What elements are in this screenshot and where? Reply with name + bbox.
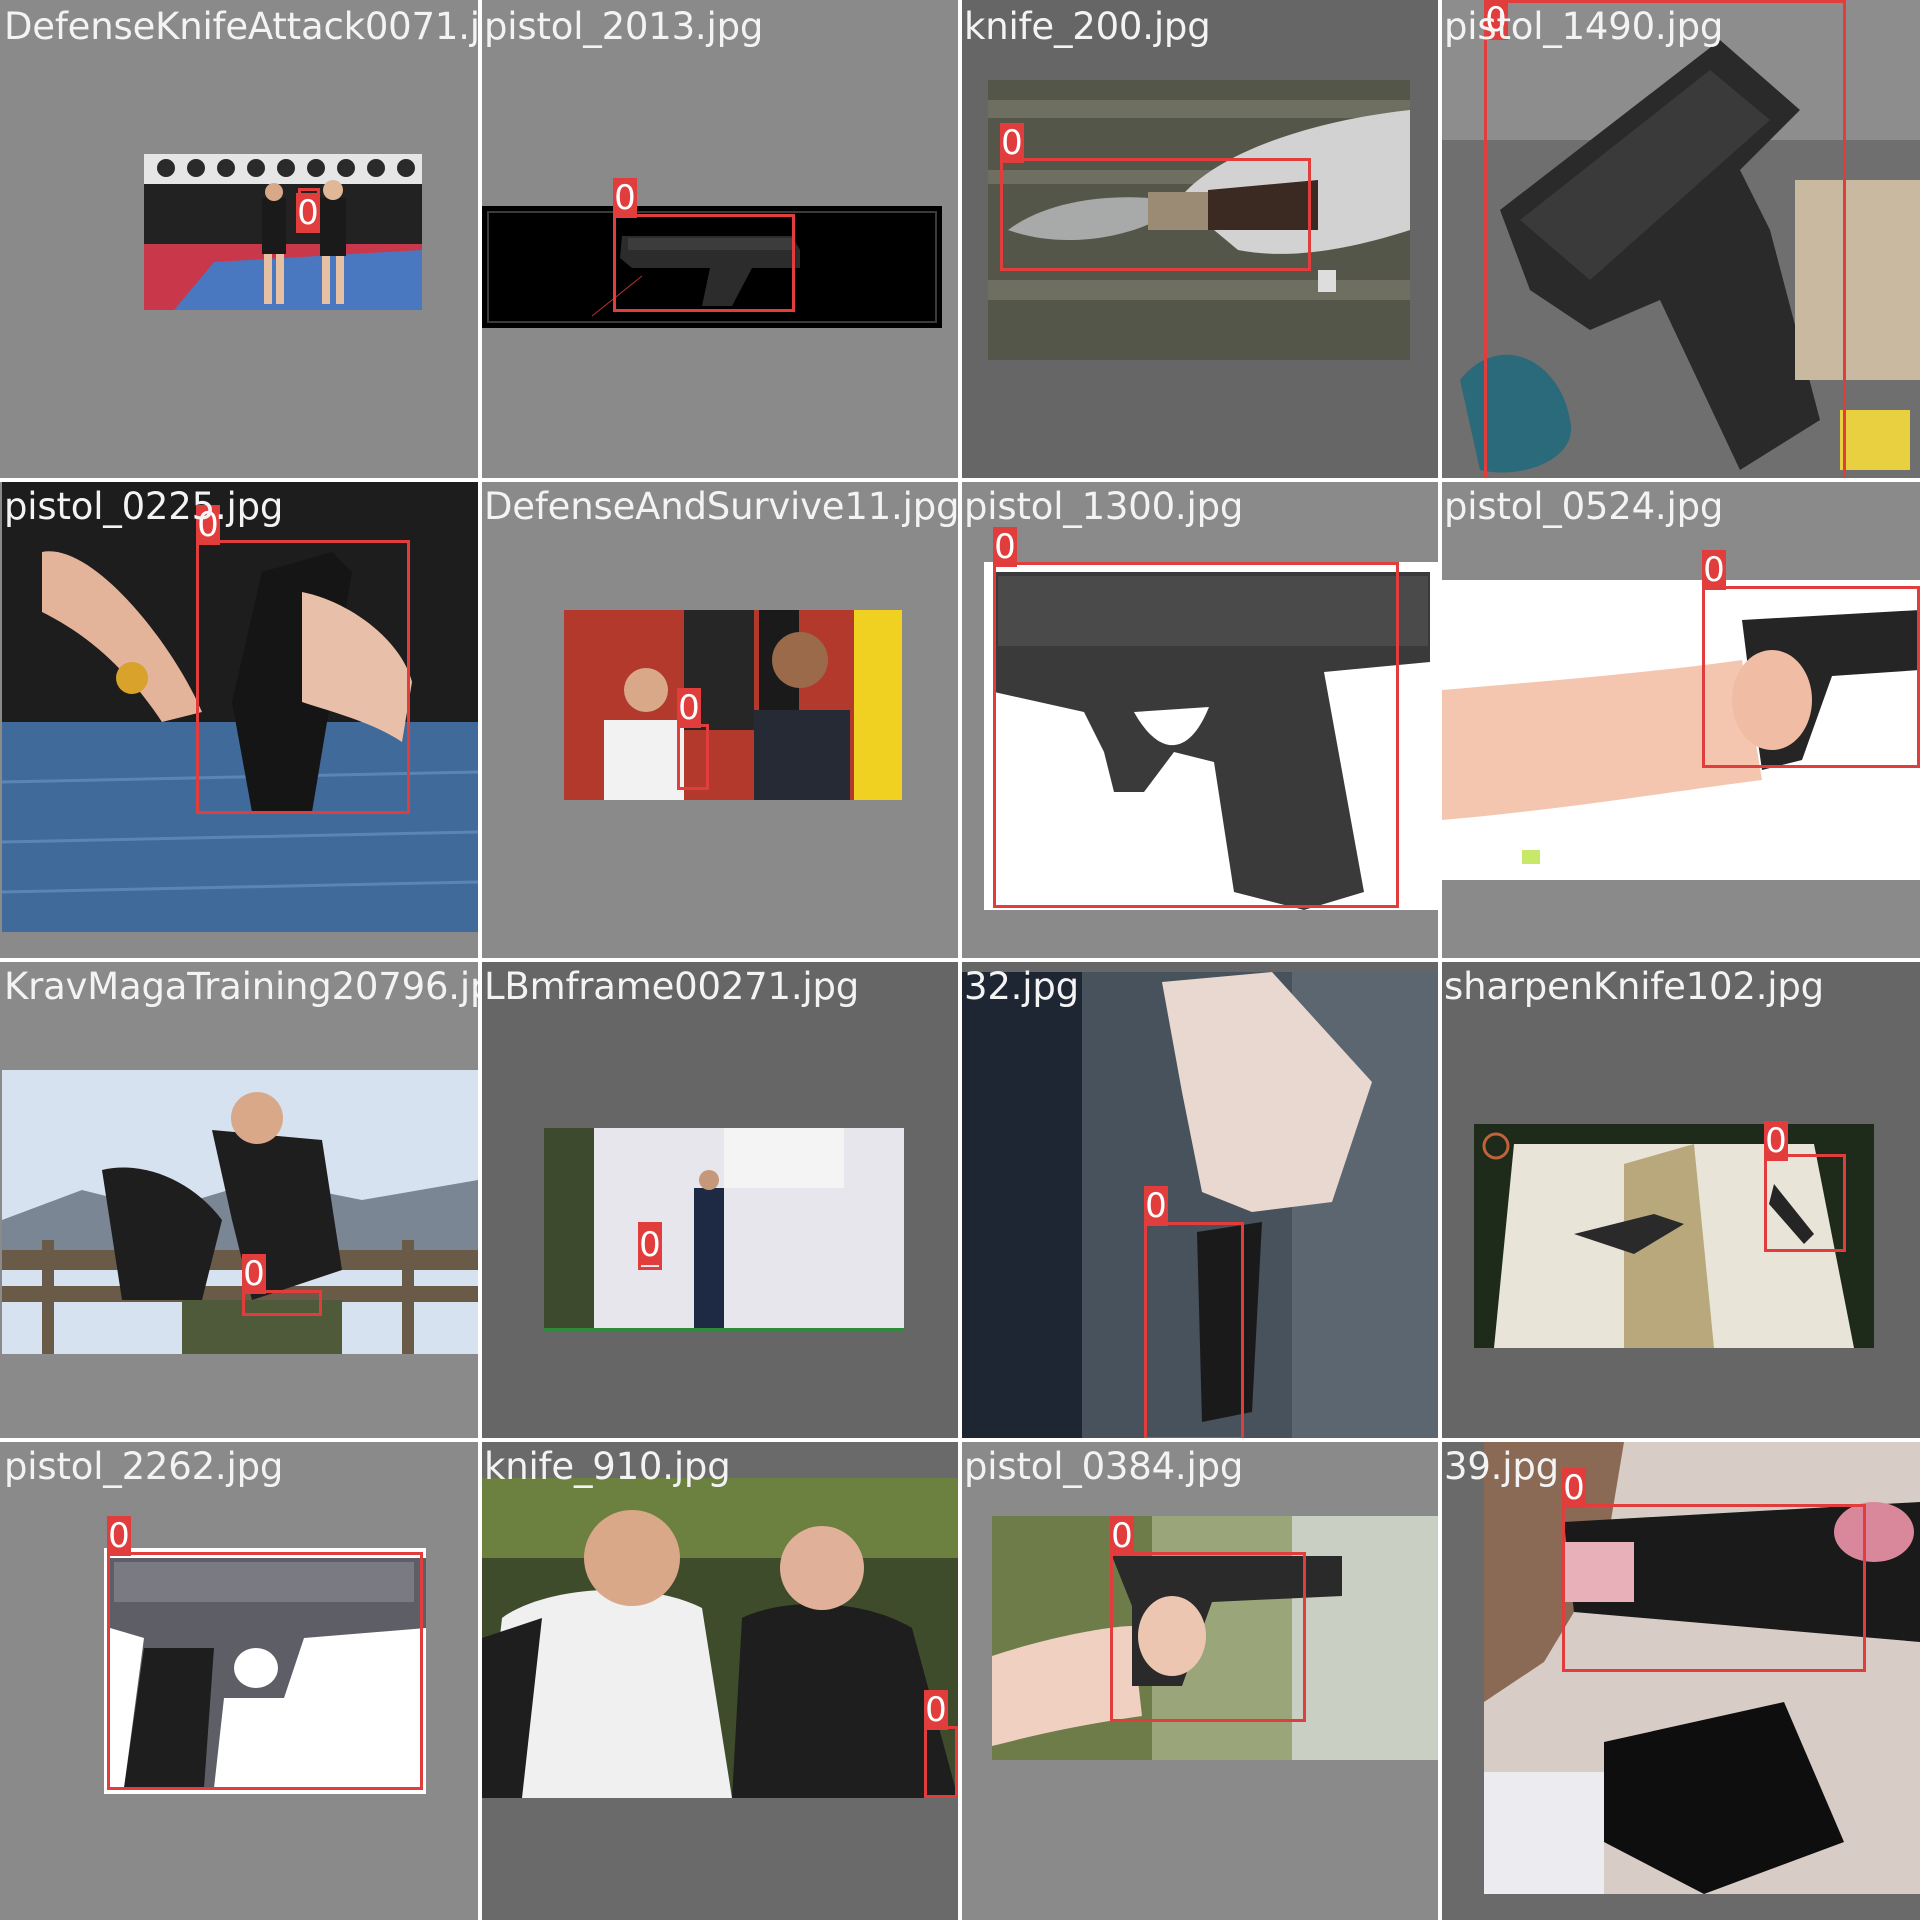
class-label: 0	[993, 527, 1017, 567]
tile-pistol-1300: 0 pistol_1300.jpg	[960, 480, 1440, 960]
detection-box	[993, 562, 1399, 908]
class-label: 0	[107, 1516, 131, 1556]
tile-32: 0 32.jpg	[960, 960, 1440, 1440]
photo	[2, 1070, 478, 1354]
class-label: 0	[1144, 1186, 1168, 1226]
filename-label: 39.jpg	[1444, 1445, 1559, 1488]
detection-mosaic: 0 DefenseKnifeAttack0071.jpg 0 pistol_20…	[0, 0, 1920, 1920]
filename-label: sharpenKnife102.jpg	[1444, 965, 1824, 1008]
grid-separator	[0, 958, 1920, 962]
filename-label: DefenseKnifeAttack0071.jpg	[4, 5, 480, 48]
filename-label: 32.jpg	[964, 965, 1079, 1008]
filename-label: pistol_2262.jpg	[4, 1445, 284, 1488]
tile-sharpen-knife-102: 0 sharpenKnife102.jpg	[1440, 960, 1920, 1440]
filename-label: knife_200.jpg	[964, 5, 1211, 48]
detection-box	[1144, 1222, 1244, 1440]
filename-label: DefenseAndSurvive11.jpg	[484, 485, 960, 528]
tile-knife-200: 0 knife_200.jpg	[960, 0, 1440, 480]
tile-pistol-0524: 0 pistol_0524.jpg	[1440, 480, 1920, 960]
class-label: 0	[1000, 123, 1024, 163]
filename-label: pistol_0384.jpg	[964, 1445, 1244, 1488]
class-label: 0	[677, 688, 701, 728]
photo	[144, 154, 422, 310]
class-label: 0	[1764, 1121, 1788, 1161]
filename-label: pistol_2013.jpg	[484, 5, 764, 48]
detection-box	[1562, 1504, 1866, 1672]
tile-pistol-1490: 0 pistol_1490.jpg	[1440, 0, 1920, 480]
class-label: 0	[638, 1225, 662, 1265]
detection-box	[1110, 1552, 1306, 1722]
tile-39: 0 39.jpg	[1440, 1440, 1920, 1920]
class-label: 0	[1562, 1468, 1586, 1508]
filename-label: KravMagaTraining20796.jpg	[4, 965, 480, 1008]
photo	[482, 1478, 958, 1798]
class-label: 0	[1702, 550, 1726, 590]
class-label: 0	[242, 1254, 266, 1294]
detection-box	[1000, 158, 1311, 271]
detection-box	[924, 1726, 958, 1798]
photo	[564, 610, 902, 800]
tile-lbmframe-00271: 0 LBmframe00271.jpg	[480, 960, 960, 1440]
photo	[544, 1128, 904, 1332]
detection-box	[613, 214, 795, 312]
tile-defense-and-survive-11: 0 DefenseAndSurvive11.jpg	[480, 480, 960, 960]
grid-separator	[0, 1438, 1920, 1442]
detection-box	[107, 1552, 423, 1790]
filename-label: pistol_0225.jpg	[4, 485, 284, 528]
filename-label: LBmframe00271.jpg	[484, 965, 860, 1008]
class-label: 0	[1110, 1516, 1134, 1556]
detection-box	[196, 540, 410, 814]
tile-knife-910: 0 knife_910.jpg	[480, 1440, 960, 1920]
tile-defense-knife-attack-0071: 0 DefenseKnifeAttack0071.jpg	[0, 0, 480, 480]
tile-krav-maga-training-20796: 0 KravMagaTraining20796.jpg	[0, 960, 480, 1440]
tile-pistol-2013: 0 pistol_2013.jpg	[480, 0, 960, 480]
class-label: 0	[613, 178, 637, 218]
tile-pistol-0225: 0 pistol_0225.jpg	[0, 480, 480, 960]
detection-box	[677, 724, 709, 790]
tile-pistol-2262: 0 pistol_2262.jpg	[0, 1440, 480, 1920]
filename-label: pistol_1300.jpg	[964, 485, 1244, 528]
tile-pistol-0384: 0 pistol_0384.jpg	[960, 1440, 1440, 1920]
grid-separator	[0, 478, 1920, 482]
filename-label: knife_910.jpg	[484, 1445, 731, 1488]
class-label: 0	[296, 193, 320, 233]
detection-box	[1764, 1154, 1846, 1252]
filename-label: pistol_1490.jpg	[1444, 5, 1724, 48]
detection-box	[1484, 0, 1846, 480]
detection-box	[1702, 586, 1920, 768]
class-label: 0	[924, 1690, 948, 1730]
filename-label: pistol_0524.jpg	[1444, 485, 1724, 528]
